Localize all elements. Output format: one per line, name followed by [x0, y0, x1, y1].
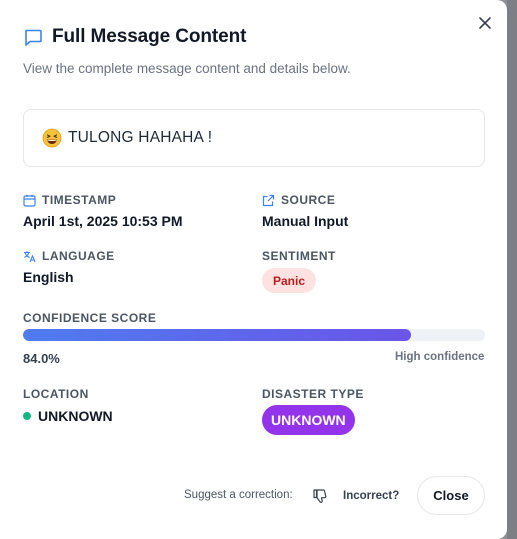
message-text: TULONG HAHAHA !: [68, 129, 213, 146]
close-icon[interactable]: [476, 14, 494, 32]
close-button[interactable]: Close: [417, 476, 485, 515]
confidence-percent: 84.0%: [23, 351, 60, 366]
disaster-type-badge: UNKNOWN: [262, 405, 355, 435]
confidence-label: CONFIDENCE SCORE: [23, 311, 156, 325]
suggest-correction-text: Suggest a correction:: [184, 489, 293, 501]
location-label-text: LOCATION: [23, 387, 89, 401]
sentiment-label: SENTIMENT: [262, 249, 336, 263]
confidence-progress-bar: [23, 329, 485, 341]
message-square-icon: [23, 27, 43, 47]
dialog-subtitle: View the complete message content and de…: [23, 61, 351, 76]
location-value: UNKNOWN: [23, 408, 113, 424]
timestamp-value: April 1st, 2025 10:53 PM: [23, 213, 183, 229]
external-link-icon: [262, 194, 275, 207]
dialog-title: Full Message Content: [52, 26, 247, 47]
grinning-squinting-face-icon: [42, 128, 62, 148]
calendar-icon: [23, 194, 36, 207]
sentiment-label-text: SENTIMENT: [262, 249, 336, 263]
disaster-type-label-text: DISASTER TYPE: [262, 387, 364, 401]
translate-icon: [23, 250, 36, 263]
dialog-header: Full Message Content: [23, 26, 246, 48]
location-label: LOCATION: [23, 387, 89, 401]
thumbs-down-icon: [312, 488, 328, 504]
language-value: English: [23, 269, 74, 285]
message-content-box: TULONG HAHAHA !: [23, 109, 485, 167]
disaster-type-label: DISASTER TYPE: [262, 387, 364, 401]
location-value-text: UNKNOWN: [38, 408, 113, 424]
timestamp-label-text: TIMESTAMP: [42, 193, 117, 207]
language-label: LANGUAGE: [23, 249, 115, 263]
confidence-note: High confidence: [395, 351, 485, 363]
incorrect-button-label: Incorrect?: [343, 490, 400, 502]
timestamp-label: TIMESTAMP: [23, 193, 116, 207]
confidence-label-text: CONFIDENCE SCORE: [23, 311, 157, 325]
sentiment-badge: Panic: [262, 268, 317, 293]
location-status-dot: [23, 412, 31, 420]
incorrect-button[interactable]: Incorrect?: [312, 484, 399, 508]
language-label-text: LANGUAGE: [42, 249, 115, 263]
backdrop-edge: [507, 0, 517, 539]
confidence-progress-fill: [23, 329, 412, 341]
message-detail-dialog: Full Message Content View the complete m…: [0, 0, 507, 539]
source-value: Manual Input: [262, 213, 349, 229]
source-label-text: SOURCE: [281, 193, 336, 207]
source-label: SOURCE: [262, 193, 335, 207]
